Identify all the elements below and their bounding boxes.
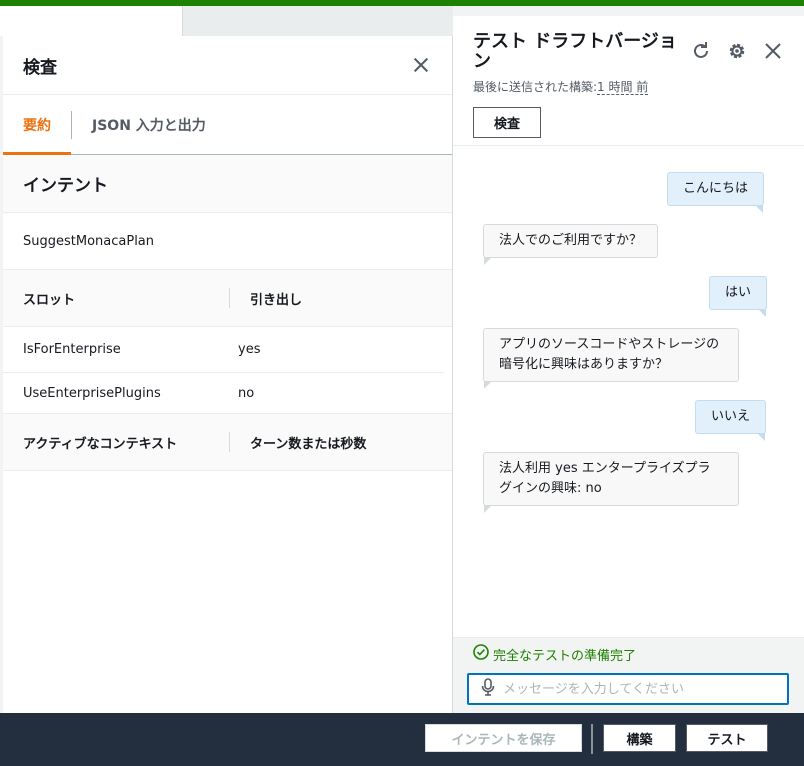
active-context-column-header: アクティブなコンテキスト	[23, 436, 178, 452]
slots-table-header: スロット 引き出し	[3, 269, 452, 327]
ready-status: 完全なテストの準備完了	[473, 644, 636, 664]
slot-name: UseEnterprisePlugins	[23, 385, 161, 401]
bottom-action-bar: インテントを保存 構築 テスト	[0, 713, 804, 766]
table-row: UseEnterprisePlugins no	[3, 373, 444, 413]
slot-column-header: スロット	[23, 292, 76, 308]
tab-summary[interactable]: 要約	[3, 95, 71, 155]
test-button[interactable]: テスト	[686, 724, 768, 752]
inspect-panel: 検査 要約 JSON 入力と出力 インテント SuggestMonacaPlan…	[3, 36, 453, 713]
inspect-header: 検査	[3, 36, 452, 95]
test-panel: テスト ドラフトバージョン 最後に送信された構築:1 時間 前 検査 こんにちは…	[453, 16, 804, 713]
check-circle-icon	[473, 644, 489, 664]
ready-status-text: 完全なテストの準備完了	[493, 648, 637, 664]
message-input-box	[467, 673, 789, 705]
test-title: テスト ドラフトバージョン	[473, 31, 677, 72]
inspect-button[interactable]: 検査	[473, 107, 542, 138]
elicit-column-header: 引き出し	[250, 292, 303, 308]
background-panel	[0, 6, 183, 36]
table-row: IsForEnterprise yes	[3, 327, 444, 373]
microphone-icon[interactable]	[481, 678, 495, 700]
test-header-icons	[690, 40, 784, 62]
action-divider	[591, 724, 593, 754]
refresh-icon[interactable]	[690, 40, 712, 62]
tab-json-io[interactable]: JSON 入力と出力	[72, 95, 226, 154]
close-icon[interactable]	[762, 40, 784, 62]
test-footer: 完全なテストの準備完了	[453, 637, 804, 713]
user-message: はい	[709, 276, 768, 317]
message-input[interactable]	[503, 681, 763, 697]
context-table-header: アクティブなコンテキスト ターン数または秒数	[3, 413, 452, 471]
inspect-tabs: 要約 JSON 入力と出力	[3, 95, 452, 155]
last-build-time[interactable]: 1 時間 前	[597, 80, 649, 95]
bot-message: アプリのソースコードやストレージの暗号化に興味はありますか？	[483, 328, 739, 389]
bot-message: 法人でのご利用ですか？	[483, 224, 659, 265]
inspect-title: 検査	[23, 57, 57, 78]
last-build-label: 最後に送信された構築:	[473, 80, 598, 94]
user-message: いいえ	[695, 400, 767, 441]
close-icon[interactable]	[410, 54, 432, 76]
build-button[interactable]: 構築	[603, 724, 676, 752]
gear-icon[interactable]	[726, 40, 748, 62]
user-message: こんにちは	[667, 172, 765, 213]
bot-message: 法人利用 yes エンタープライズプラグインの興味: no	[483, 452, 739, 513]
background-panel-2	[183, 6, 453, 36]
slot-value: yes	[238, 342, 261, 357]
save-intent-button[interactable]: インテントを保存	[425, 724, 582, 752]
chat-transcript: こんにちは 法人でのご利用ですか？ はい アプリのソースコードやストレージの暗号…	[453, 146, 804, 636]
last-build-info: 最後に送信された構築:1 時間 前	[473, 78, 784, 95]
intent-name: SuggestMonacaPlan	[23, 233, 155, 249]
turns-seconds-column-header: ターン数または秒数	[250, 436, 367, 452]
test-header: テスト ドラフトバージョン 最後に送信された構築:1 時間 前 検査	[453, 16, 804, 146]
slot-value: no	[238, 385, 255, 401]
intent-heading: インテント	[3, 155, 452, 213]
slot-name: IsForEnterprise	[23, 342, 121, 357]
